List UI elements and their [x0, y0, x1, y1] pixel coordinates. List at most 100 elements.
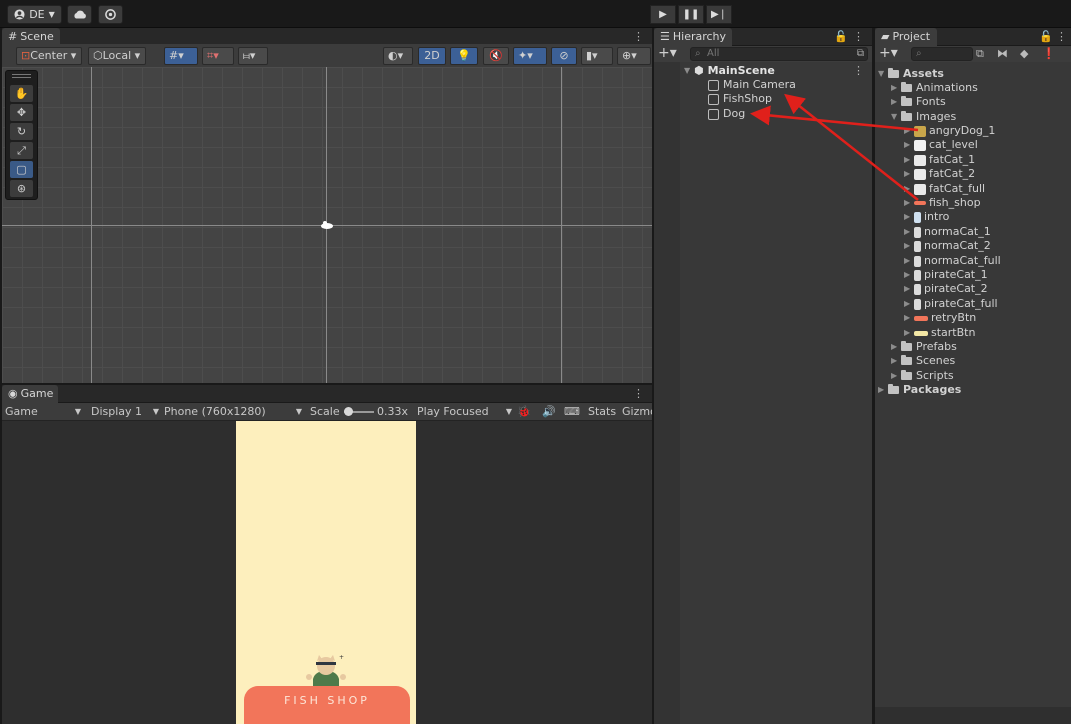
- asset-fatcat-1[interactable]: ▶ fatCat_1: [904, 153, 975, 167]
- scene-menu-icon[interactable]: ⋮: [853, 64, 864, 78]
- asset-fatcat-2[interactable]: ▶ fatCat_2: [904, 167, 975, 181]
- lock-icon[interactable]: 🔓: [1039, 30, 1053, 43]
- folder-assets[interactable]: ▼ Assets: [878, 67, 944, 81]
- tab-project[interactable]: ▰ Project: [875, 28, 937, 46]
- scene-view[interactable]: [2, 67, 652, 383]
- display-dropdown[interactable]: Display 1 ▼: [91, 404, 159, 420]
- asset-fatcat-full[interactable]: ▶ fatCat_full: [904, 182, 985, 196]
- search-by-type-icon[interactable]: ⧉: [976, 46, 984, 62]
- gizmos-dropdown[interactable]: ⊕▾: [617, 47, 651, 65]
- asset-piratecat-full[interactable]: ▶ pirateCat_full: [904, 297, 998, 311]
- game-view-dropdown[interactable]: Game ▼: [5, 404, 81, 420]
- scene-root-row[interactable]: ▼ ⬢ MainScene ⋮: [684, 64, 870, 78]
- slider-thumb[interactable]: [344, 407, 353, 416]
- gamepad-icon: ◉: [8, 387, 18, 400]
- keyboard-icon[interactable]: ⌨: [564, 404, 580, 420]
- hidden-objects-toggle[interactable]: ⊘: [551, 47, 577, 65]
- move-tool-button[interactable]: ✥: [10, 104, 33, 121]
- grid-visibility-button[interactable]: ⧦▾: [238, 47, 268, 65]
- play-button[interactable]: ▶: [650, 5, 676, 24]
- collapse-arrow-icon: ▶: [891, 371, 898, 380]
- scale-tool-button[interactable]: ⤢: [10, 142, 33, 159]
- folder-images[interactable]: ▼ Images: [891, 110, 956, 124]
- scene-object-sprite[interactable]: [320, 220, 334, 233]
- pivot-center-dropdown[interactable]: ⊡Center ▾: [16, 47, 82, 65]
- asset-normacat-2[interactable]: ▶ normaCat_2: [904, 239, 991, 253]
- transform-tool-button[interactable]: ⊛: [10, 180, 33, 197]
- scale-slider[interactable]: [344, 406, 374, 418]
- step-button[interactable]: ▶❘: [706, 5, 732, 24]
- asset-fish-shop[interactable]: ▶ fish_shop: [904, 196, 981, 210]
- more-options-icon[interactable]: ⋮: [633, 387, 644, 400]
- create-button[interactable]: +▾: [879, 46, 898, 60]
- more-options-icon[interactable]: ⋮: [1056, 30, 1067, 43]
- tab-hierarchy[interactable]: ☰ Hierarchy: [654, 28, 732, 46]
- effects-dropdown[interactable]: ✦▾: [513, 47, 547, 65]
- collab-button[interactable]: [98, 5, 123, 24]
- asset-intro[interactable]: ▶ intro: [904, 210, 949, 224]
- add-button[interactable]: +▾: [658, 46, 677, 60]
- camera-icon: ▮▾: [586, 49, 598, 62]
- scale-value: 0.33x: [377, 405, 409, 418]
- space-local-dropdown[interactable]: ⬡Local ▾: [88, 47, 146, 65]
- audio-toggle[interactable]: 🔇: [483, 47, 509, 65]
- hierarchy-item-main-camera[interactable]: Main Camera: [708, 78, 796, 92]
- more-options-icon[interactable]: ⋮: [633, 30, 644, 43]
- hierarchy-item-dog[interactable]: Dog: [708, 107, 745, 121]
- expand-arrow-icon: ▼: [891, 112, 898, 121]
- hierarchy-item-fishshop[interactable]: FishShop: [708, 92, 772, 106]
- asset-normacat-full[interactable]: ▶ normaCat_full: [904, 254, 1001, 268]
- resolution-dropdown[interactable]: Phone (760x1280) ▼: [164, 404, 302, 420]
- folder-animations[interactable]: ▶ Animations: [891, 81, 978, 95]
- search-by-label-icon[interactable]: ⧓: [997, 46, 1008, 62]
- collapse-arrow-icon: ▶: [891, 356, 898, 365]
- asset-piratecat-2[interactable]: ▶ pirateCat_2: [904, 282, 988, 296]
- rect-tool-button[interactable]: ▢: [10, 161, 33, 178]
- project-tree: ▼ Assets ▶ Animations ▶ Fonts ▼ Images ▶ angr…: [875, 62, 1071, 724]
- rotate-tool-button[interactable]: ↻: [10, 123, 33, 140]
- lock-icon[interactable]: 🔓: [834, 30, 848, 43]
- search-filter-icon[interactable]: ⧉: [857, 48, 864, 60]
- sprite-thumbnail-icon: [914, 168, 926, 180]
- grid-snap-button[interactable]: #▾: [164, 47, 198, 65]
- stats-button[interactable]: Stats: [588, 404, 616, 420]
- more-options-icon[interactable]: ⋮: [853, 30, 864, 43]
- asset-retrybtn[interactable]: ▶ retryBtn: [904, 311, 976, 325]
- cloud-button[interactable]: [67, 5, 92, 24]
- rect-icon: ▢: [16, 163, 27, 176]
- scale-icon: ⤢: [17, 143, 26, 157]
- folder-packages[interactable]: ▶ Packages: [878, 383, 961, 397]
- gameobject-icon: [708, 79, 719, 91]
- camera-settings-dropdown[interactable]: ▮▾: [581, 47, 613, 65]
- local-space-icon: ⬡: [93, 49, 103, 62]
- mode-2d-toggle[interactable]: 2D: [418, 47, 446, 65]
- pause-button[interactable]: ❚❚: [678, 5, 704, 24]
- drag-handle[interactable]: [12, 74, 31, 78]
- sprite-thumbnail-icon: [914, 125, 926, 137]
- audio-icon[interactable]: 🔊: [542, 404, 556, 420]
- folder-scripts[interactable]: ▶ Scripts: [891, 369, 954, 383]
- hand-tool-button[interactable]: ✋: [10, 85, 33, 102]
- asset-angrydog-1[interactable]: ▶ angryDog_1: [904, 124, 995, 138]
- lighting-toggle[interactable]: 💡: [450, 47, 478, 65]
- bug-icon[interactable]: 🐞: [517, 404, 531, 420]
- increment-snap-button[interactable]: ⌗▾: [202, 47, 234, 65]
- asset-label: pirateCat_2: [924, 282, 988, 295]
- folder-fonts[interactable]: ▶ Fonts: [891, 95, 946, 109]
- collapse-arrow-icon: ▶: [904, 155, 911, 164]
- project-search-input[interactable]: ⌕: [911, 47, 973, 61]
- folder-prefabs[interactable]: ▶ Prefabs: [891, 340, 957, 354]
- asset-cat-level[interactable]: ▶ cat_level: [904, 138, 978, 152]
- favorite-icon[interactable]: ◆: [1020, 46, 1028, 62]
- play-mode-dropdown[interactable]: Play Focused ▼: [417, 404, 512, 420]
- asset-piratecat-1[interactable]: ▶ pirateCat_1: [904, 268, 988, 282]
- folder-scenes[interactable]: ▶ Scenes: [891, 354, 955, 368]
- gizmos-button[interactable]: Gizmo: [622, 404, 652, 420]
- hierarchy-search-input[interactable]: ⌕ All ⧉: [690, 47, 868, 61]
- warning-icon[interactable]: ❗: [1042, 46, 1056, 62]
- account-dropdown[interactable]: DE ▼: [7, 5, 62, 24]
- tab-game[interactable]: ◉ Game: [2, 385, 58, 403]
- asset-startbtn[interactable]: ▶ startBtn: [904, 326, 975, 340]
- shading-mode-dropdown[interactable]: ◐▾: [383, 47, 413, 65]
- asset-normacat-1[interactable]: ▶ normaCat_1: [904, 225, 991, 239]
